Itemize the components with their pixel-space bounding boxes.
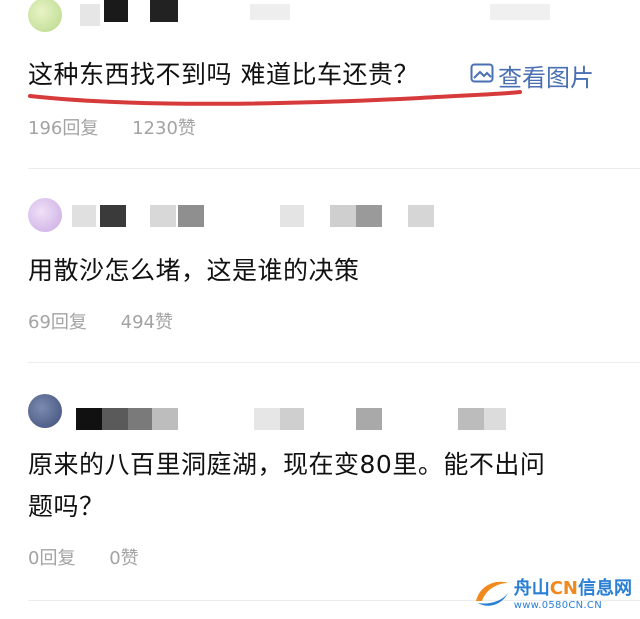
username-mosaic (102, 408, 128, 430)
username-mosaic (356, 408, 382, 430)
comment-meta: 196回复 1230赞 (28, 114, 224, 140)
site-watermark: 舟山CN信息网 www.0580CN.CN (472, 575, 632, 615)
watermark-name-a: 舟山 (513, 577, 550, 599)
username-mosaic (330, 205, 356, 227)
username-mosaic (152, 408, 178, 430)
username-mosaic (150, 205, 176, 227)
username-mosaic (128, 408, 152, 430)
divider (28, 362, 640, 363)
username-mosaic (280, 408, 304, 430)
username-mosaic (100, 205, 126, 227)
timestamp-mosaic (250, 4, 290, 20)
username-mosaic (356, 205, 382, 227)
username-mosaic (150, 0, 178, 22)
comment-text-line-1: 原来的八百里洞庭湖，现在变80里。能不出问 (28, 450, 546, 479)
comment-text-line-2: 题吗？ (28, 492, 105, 521)
username-mosaic (254, 408, 280, 430)
reply-count[interactable]: 196回复 (28, 118, 98, 139)
comment-meta: 0回复 0赞 (28, 544, 167, 570)
username-mosaic (280, 205, 304, 227)
username-mosaic (104, 0, 128, 22)
comment-text: 用散沙怎么堵，这是谁的决策 (28, 256, 360, 285)
avatar[interactable] (28, 198, 62, 232)
username-mosaic (484, 408, 506, 430)
username-mosaic (80, 4, 100, 26)
watermark-name-b: CN (549, 577, 578, 599)
action-mosaic (490, 4, 550, 20)
username-mosaic (178, 205, 204, 227)
username-mosaic (458, 408, 484, 430)
like-count[interactable]: 0赞 (109, 548, 138, 569)
watermark-name-c: 信息网 (578, 577, 632, 599)
reply-count[interactable]: 0回复 (28, 548, 75, 569)
swoosh-logo-icon (472, 575, 512, 615)
username-mosaic (408, 205, 434, 227)
like-count[interactable]: 494赞 (121, 312, 173, 333)
comment-meta: 69回复 494赞 (28, 308, 201, 334)
watermark-url: www.0580CN.CN (513, 599, 602, 611)
avatar[interactable] (28, 394, 62, 428)
avatar[interactable] (28, 0, 62, 32)
reply-count[interactable]: 69回复 (28, 312, 87, 333)
like-count[interactable]: 1230赞 (132, 118, 196, 139)
username-mosaic (76, 408, 102, 430)
watermark-text: 舟山CN信息网 www.0580CN.CN (513, 577, 632, 611)
username-mosaic (72, 205, 96, 227)
divider (28, 168, 640, 169)
